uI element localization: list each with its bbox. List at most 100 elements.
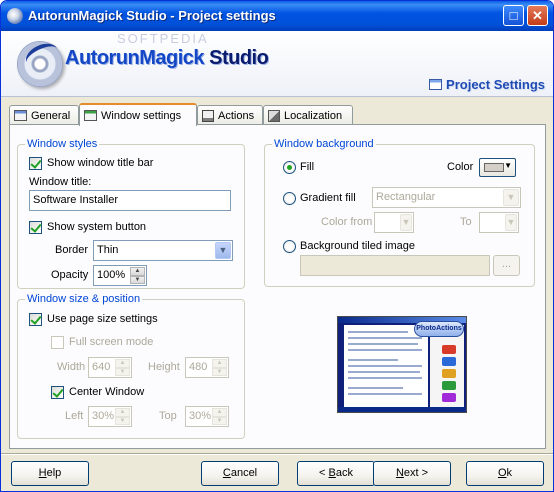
- app-logo-text: AutorunMagick Studio: [65, 47, 269, 70]
- tab-window-settings[interactable]: Window settings: [79, 103, 197, 126]
- tiled-image-path-input[interactable]: [300, 255, 490, 276]
- border-value: Thin: [97, 244, 119, 256]
- help-button[interactable]: Help: [11, 461, 89, 486]
- top-spinner[interactable]: 30% ▲ ▼: [185, 406, 229, 427]
- actions-icon: [202, 109, 214, 122]
- left-label: Left: [65, 410, 84, 422]
- close-button[interactable]: ✕: [527, 5, 548, 26]
- left-spinner[interactable]: 30% ▲ ▼: [88, 406, 132, 427]
- center-window-checkbox[interactable]: [51, 386, 64, 399]
- center-window-label[interactable]: Center Window: [69, 386, 144, 398]
- next-button[interactable]: Next >: [373, 461, 451, 486]
- color-from-picker[interactable]: ▼: [374, 212, 414, 233]
- opacity-value: 100%: [97, 269, 126, 281]
- preview-logo: PhotoActions: [414, 321, 464, 337]
- use-page-size-checkbox[interactable]: [29, 313, 42, 326]
- window-title-input[interactable]: Software Installer: [29, 190, 231, 211]
- height-spinner[interactable]: 480 ▲ ▼: [185, 357, 229, 378]
- chevron-down-icon[interactable]: ▼: [215, 242, 231, 259]
- opacity-spinner[interactable]: 100% ▲ ▼: [93, 265, 147, 286]
- ok-button[interactable]: Ok: [466, 461, 544, 486]
- maximize-button[interactable]: □: [503, 5, 524, 26]
- cancel-button[interactable]: Cancel: [201, 461, 279, 486]
- logo-studio-part: Studio: [204, 47, 269, 69]
- tab-actions[interactable]: Actions: [197, 105, 263, 125]
- tab-label: General: [31, 109, 71, 122]
- left-value: 30%: [92, 410, 115, 422]
- preview-badge-icon: [442, 357, 456, 366]
- height-value: 480: [189, 361, 208, 373]
- spin-arrows-icon[interactable]: ▲ ▼: [115, 359, 130, 376]
- project-settings-window: AutorunMagick Studio - Project settings …: [0, 0, 554, 492]
- to-label: To: [460, 216, 472, 228]
- chevron-down-icon[interactable]: ▼: [400, 214, 412, 231]
- show-title-bar-label[interactable]: Show window title bar: [47, 157, 153, 169]
- show-system-button-label[interactable]: Show system button: [47, 221, 146, 233]
- window-green-icon: [84, 110, 97, 121]
- top-label: Top: [159, 410, 177, 422]
- top-value: 30%: [189, 410, 212, 422]
- window-icon: [14, 110, 27, 121]
- chevron-down-icon: ▼: [504, 161, 512, 170]
- tab-general[interactable]: General: [9, 105, 79, 125]
- fill-radio[interactable]: [283, 161, 296, 174]
- full-screen-checkbox[interactable]: [51, 336, 64, 349]
- preview-page: [344, 325, 428, 407]
- tiled-image-radio[interactable]: [283, 240, 296, 253]
- chevron-down-icon[interactable]: ▼: [505, 214, 517, 231]
- fill-color-picker[interactable]: ▼: [479, 158, 516, 177]
- full-screen-label[interactable]: Full screen mode: [69, 336, 153, 348]
- localization-icon: [268, 109, 280, 122]
- tab-label: Window settings: [101, 109, 182, 122]
- width-spinner[interactable]: 640 ▲ ▼: [88, 357, 132, 378]
- preview-badge-icon: [442, 369, 456, 378]
- preview-footer: [338, 407, 466, 412]
- color-from-label: Color from: [321, 216, 373, 228]
- use-page-size-label[interactable]: Use page size settings: [47, 313, 158, 325]
- logo-name-part: AutorunMagick: [65, 47, 205, 69]
- fill-label[interactable]: Fill: [300, 161, 314, 173]
- header-banner: SOFTPEDIA AutorunMagick Studio Project S…: [1, 31, 553, 97]
- cd-logo-icon: [17, 38, 63, 87]
- color-to-picker[interactable]: ▼: [479, 212, 519, 233]
- border-label: Border: [55, 244, 89, 256]
- gradient-fill-radio[interactable]: [283, 192, 296, 205]
- footer-separator: [1, 453, 553, 455]
- spin-arrows-icon[interactable]: ▲ ▼: [212, 359, 227, 376]
- title-bar[interactable]: AutorunMagick Studio - Project settings …: [1, 1, 553, 31]
- show-system-button-checkbox[interactable]: [29, 221, 42, 234]
- color-swatch: [484, 163, 504, 172]
- opacity-label: Opacity: [51, 269, 89, 281]
- spin-arrows-icon[interactable]: ▲ ▼: [130, 267, 145, 284]
- preview-badge-icon: [442, 393, 456, 402]
- window-title-label: Window title:: [29, 176, 92, 188]
- window-settings-panel: Window styles Show window title bar Wind…: [9, 124, 546, 449]
- page-title: Project Settings: [446, 76, 545, 92]
- gradient-type-select[interactable]: Rectangular ▼: [372, 187, 521, 208]
- window-preview-image: PhotoActions: [337, 316, 467, 413]
- group-title: Window size & position: [25, 293, 143, 305]
- width-label: Width: [57, 361, 86, 373]
- back-button[interactable]: < Back: [297, 461, 375, 486]
- settings-window-icon: [429, 78, 443, 90]
- tab-localization[interactable]: Localization: [263, 105, 353, 125]
- spin-arrows-icon[interactable]: ▲ ▼: [115, 408, 130, 425]
- tab-label: Actions: [218, 109, 255, 122]
- window-styles-group: Window styles Show window title bar Wind…: [17, 138, 245, 289]
- browse-button[interactable]: ...: [493, 255, 520, 276]
- color-label: Color: [447, 161, 474, 173]
- gradient-type-value: Rectangular: [376, 191, 436, 203]
- gradient-fill-label[interactable]: Gradient fill: [300, 192, 356, 204]
- window-background-group: Window background Fill Color ▼ Gradient …: [264, 138, 535, 287]
- border-select[interactable]: Thin ▼: [93, 240, 233, 261]
- window-size-group: Window size & position Use page size set…: [17, 293, 245, 439]
- group-title: Window styles: [25, 138, 100, 150]
- preview-badge-icon: [442, 381, 456, 390]
- page-title-badge: Project Settings: [429, 75, 545, 93]
- preview-badge-icon: [442, 345, 456, 354]
- spin-arrows-icon[interactable]: ▲ ▼: [212, 408, 227, 425]
- watermark: SOFTPEDIA: [117, 31, 209, 46]
- tiled-image-label[interactable]: Background tiled image: [300, 240, 415, 252]
- show-title-bar-checkbox[interactable]: [29, 157, 42, 170]
- chevron-down-icon[interactable]: ▼: [503, 189, 519, 206]
